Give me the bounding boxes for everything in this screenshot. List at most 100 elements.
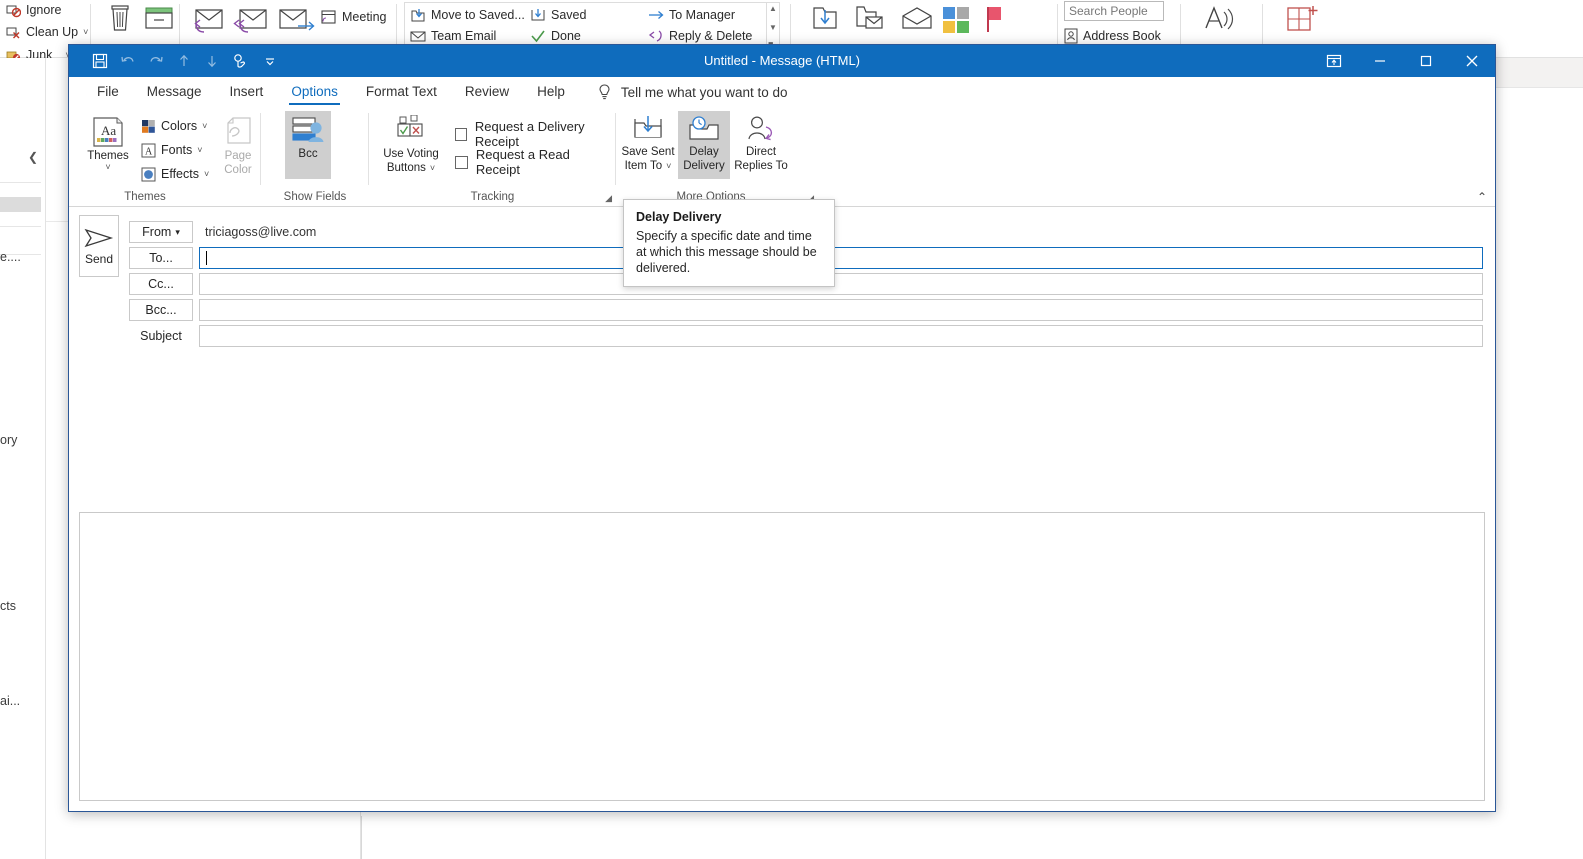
tab-options[interactable]: Options	[277, 80, 352, 105]
categorize-icon[interactable]	[942, 6, 970, 34]
bcc-field-button[interactable]: Bcc...	[129, 299, 193, 321]
chevron-down-icon[interactable]: ▾	[175, 227, 180, 238]
use-voting-buttons-button[interactable]: Use Voting Buttons ˅	[379, 111, 443, 179]
rules-icon[interactable]	[854, 4, 886, 36]
get-addins-icon[interactable]	[1286, 4, 1320, 36]
tab-review[interactable]: Review	[451, 80, 523, 104]
touch-mode-icon[interactable]	[227, 48, 253, 74]
bg-cmd-meeting[interactable]: Meeting	[320, 8, 386, 25]
save-icon[interactable]	[87, 48, 113, 74]
page-color-button[interactable]: Page Color	[215, 111, 261, 179]
archive-icon[interactable]	[143, 2, 175, 36]
cc-input[interactable]	[199, 273, 1483, 295]
colors-button[interactable]: Colors ˅	[141, 115, 207, 137]
tab-format-text[interactable]: Format Text	[352, 80, 451, 104]
chevron-down-icon[interactable]	[257, 48, 283, 74]
themes-button-label: Themes	[87, 150, 129, 162]
direct-replies-label-line1: Direct	[745, 146, 777, 158]
chevron-down-icon[interactable]: ˅	[105, 163, 110, 172]
folder-item-fragment-1[interactable]: e....	[0, 250, 21, 264]
ribbon-tab-bar: File Message Insert Options Format Text …	[69, 77, 1495, 107]
reply-icon[interactable]	[190, 4, 228, 36]
collapse-pane-icon[interactable]: ❮	[28, 150, 38, 164]
bg-cmd-reply-and-delete[interactable]: Reply & Delete	[648, 26, 752, 46]
delete-icon[interactable]	[105, 2, 135, 36]
bg-cmd-saved[interactable]: Saved	[530, 5, 586, 25]
chevron-down-icon[interactable]: ˅	[197, 145, 202, 155]
window-title-bar[interactable]: Untitled - Message (HTML)	[69, 45, 1495, 77]
bcc-input[interactable]	[199, 299, 1483, 321]
forward-icon[interactable]	[276, 4, 316, 36]
tab-message[interactable]: Message	[133, 80, 216, 104]
redo-icon[interactable]	[143, 48, 169, 74]
compose-area: Send From ▾ triciagoss@live.com To... Cc…	[69, 207, 1495, 809]
bg-cmd-team-email[interactable]: Team Email	[410, 26, 496, 46]
to-button[interactable]: To...	[129, 247, 193, 269]
quick-access-toolbar	[69, 48, 311, 74]
unread-icon[interactable]	[900, 6, 934, 34]
folder-item-fragment-3[interactable]: cts	[0, 599, 16, 613]
bg-cmd-move-to-saved[interactable]: Move to Saved...	[410, 5, 525, 25]
cc-button[interactable]: Cc...	[129, 273, 193, 295]
reply-all-icon[interactable]	[232, 4, 272, 36]
ribbon-group-tracking: Use Voting Buttons ˅ Request a Delivery …	[369, 107, 616, 207]
chevron-down-icon[interactable]: ˅	[83, 27, 88, 37]
from-button[interactable]: From ▾	[129, 221, 193, 243]
next-item-icon[interactable]	[199, 48, 225, 74]
tab-insert[interactable]: Insert	[216, 80, 278, 104]
bg-cmd-to-manager[interactable]: To Manager	[648, 5, 735, 25]
delay-delivery-button[interactable]: Delay Delivery	[678, 111, 730, 179]
collapse-ribbon-icon[interactable]: ⌃	[1477, 190, 1487, 204]
bg-cmd-done[interactable]: Done	[530, 26, 581, 46]
bg-cmd-address-book[interactable]: Address Book	[1064, 26, 1161, 46]
tab-help[interactable]: Help	[523, 80, 579, 104]
message-body[interactable]	[79, 512, 1485, 801]
message-compose-window: Untitled - Message (HTML) File Message I…	[68, 44, 1496, 812]
send-button[interactable]: Send	[79, 215, 119, 277]
folder-item-fragment-2[interactable]: ory	[0, 433, 17, 447]
svg-text:A: A	[145, 146, 153, 157]
fonts-button[interactable]: A Fonts ˅	[141, 139, 203, 161]
request-read-receipt-checkbox[interactable]: Request a Read Receipt	[455, 147, 616, 177]
minimize-button[interactable]	[1357, 45, 1403, 77]
checkbox-icon[interactable]	[455, 127, 467, 141]
group-label-show-fields: Show Fields	[283, 191, 347, 203]
bg-cmd-clean-up-label: Clean Up	[26, 25, 79, 39]
save-sent-item-to-button[interactable]: Save Sent Item To ˅	[620, 111, 676, 179]
folder-selected-band[interactable]	[0, 197, 41, 212]
maximize-button[interactable]	[1403, 45, 1449, 77]
save-sent-item-label-line2: Item To	[624, 160, 663, 172]
themes-button[interactable]: Aa Themes ˅	[81, 111, 135, 179]
chevron-down-icon[interactable]: ˅	[430, 161, 435, 175]
checkbox-icon[interactable]	[455, 155, 468, 169]
search-people-input[interactable]: Search People	[1064, 1, 1164, 21]
group-label-themes: Themes	[124, 191, 166, 203]
request-delivery-receipt-checkbox[interactable]: Request a Delivery Receipt	[455, 119, 616, 149]
follow-up-flag-icon[interactable]	[982, 4, 1006, 36]
tell-me-search[interactable]: Tell me what you want to do	[597, 83, 788, 101]
previous-item-icon[interactable]	[171, 48, 197, 74]
to-input[interactable]	[199, 247, 1483, 269]
send-button-label: Send	[84, 252, 114, 266]
bcc-button[interactable]: Bcc	[285, 111, 331, 179]
bg-cmd-clean-up[interactable]: Clean Up ˅	[6, 22, 88, 42]
close-button[interactable]	[1449, 45, 1495, 77]
bg-cmd-ignore[interactable]: Ignore	[6, 0, 61, 20]
effects-button[interactable]: Effects ˅	[141, 163, 209, 185]
tab-file[interactable]: File	[83, 80, 133, 104]
customize-qat-icon[interactable]	[285, 48, 311, 74]
chevron-down-icon[interactable]: ˅	[666, 159, 671, 173]
save-sent-item-label-line1: Save Sent	[621, 146, 675, 158]
tracking-dialog-launcher[interactable]: ◢	[605, 193, 612, 204]
chevron-down-icon[interactable]: ˅	[202, 121, 207, 131]
direct-replies-to-button[interactable]: Direct Replies To	[732, 111, 790, 179]
chevron-down-icon[interactable]: ˅	[204, 169, 209, 179]
subject-input[interactable]	[199, 325, 1483, 347]
colors-label: Colors	[161, 119, 198, 133]
read-aloud-icon[interactable]	[1202, 4, 1238, 36]
folder-item-fragment-4[interactable]: ai...	[0, 694, 20, 708]
to-button-label: To...	[149, 251, 173, 265]
ribbon-display-options-button[interactable]	[1311, 45, 1357, 77]
move-icon[interactable]	[810, 4, 840, 36]
undo-icon[interactable]	[115, 48, 141, 74]
